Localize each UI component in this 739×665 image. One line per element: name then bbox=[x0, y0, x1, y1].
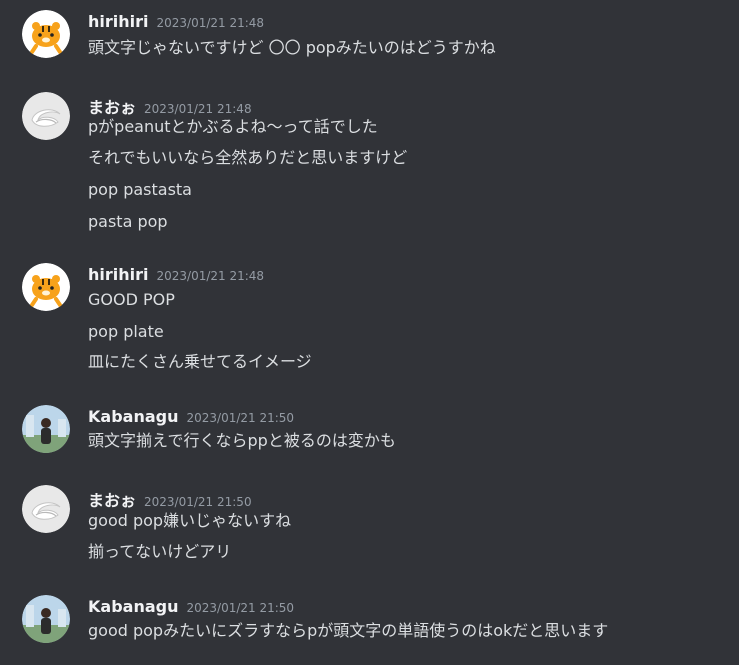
message-text: pop plate bbox=[88, 322, 164, 341]
message-header: hirihiri 2023/01/21 21:48 bbox=[88, 265, 264, 287]
message-text: pがpeanutとかぶるよね〜って話でした bbox=[88, 117, 378, 136]
white-swirl-avatar-icon[interactable] bbox=[22, 92, 70, 140]
message-text: pasta pop bbox=[88, 212, 168, 231]
message-text: 揃ってないけどアリ bbox=[88, 542, 232, 561]
timestamp: 2023/01/21 21:48 bbox=[156, 269, 265, 283]
message-header: Kabanagu 2023/01/21 21:50 bbox=[88, 597, 294, 619]
message-text: good popみたいにズラすならpが頭文字の単語使うのはokだと思います bbox=[88, 621, 609, 640]
message-text: 皿にたくさん乗せてるイメージ bbox=[88, 352, 312, 371]
tiger-avatar-icon[interactable] bbox=[22, 10, 70, 58]
message-text: 頭文字じゃないですけど 〇〇 popみたいのはどうすかね bbox=[88, 38, 496, 57]
timestamp: 2023/01/21 21:48 bbox=[144, 102, 252, 116]
timestamp: 2023/01/21 21:48 bbox=[156, 16, 265, 30]
message-text: pop pastasta bbox=[88, 180, 192, 199]
timestamp: 2023/01/21 21:50 bbox=[186, 601, 295, 615]
username[interactable]: Kabanagu bbox=[88, 597, 178, 616]
person-photo-avatar-icon[interactable] bbox=[22, 595, 70, 643]
username[interactable]: まおぉ bbox=[88, 98, 136, 117]
white-swirl-avatar-icon[interactable] bbox=[22, 485, 70, 533]
username[interactable]: hirihiri bbox=[88, 265, 149, 284]
timestamp: 2023/01/21 21:50 bbox=[186, 411, 295, 425]
message-header: まおぉ 2023/01/21 21:48 bbox=[88, 94, 252, 117]
message-text: それでもいいなら全然ありだと思いますけど bbox=[88, 148, 408, 167]
message-header: Kabanagu 2023/01/21 21:50 bbox=[88, 407, 294, 429]
message-header: hirihiri 2023/01/21 21:48 bbox=[88, 12, 264, 34]
username[interactable]: まおぉ bbox=[88, 491, 136, 510]
message-text: good pop嫌いじゃないすね bbox=[88, 511, 292, 530]
message-header: まおぉ 2023/01/21 21:50 bbox=[88, 487, 252, 510]
username[interactable]: Kabanagu bbox=[88, 407, 178, 426]
message-text: GOOD POP bbox=[88, 290, 175, 309]
message-text: 頭文字揃えで行くならppと被るのは変かも bbox=[88, 431, 396, 450]
person-photo-avatar-icon[interactable] bbox=[22, 405, 70, 453]
username[interactable]: hirihiri bbox=[88, 12, 149, 31]
timestamp: 2023/01/21 21:50 bbox=[144, 495, 252, 509]
tiger-avatar-icon[interactable] bbox=[22, 263, 70, 311]
chat-message-list: hirihiri 2023/01/21 21:48 頭文字じゃないですけど 〇〇 … bbox=[0, 0, 739, 665]
